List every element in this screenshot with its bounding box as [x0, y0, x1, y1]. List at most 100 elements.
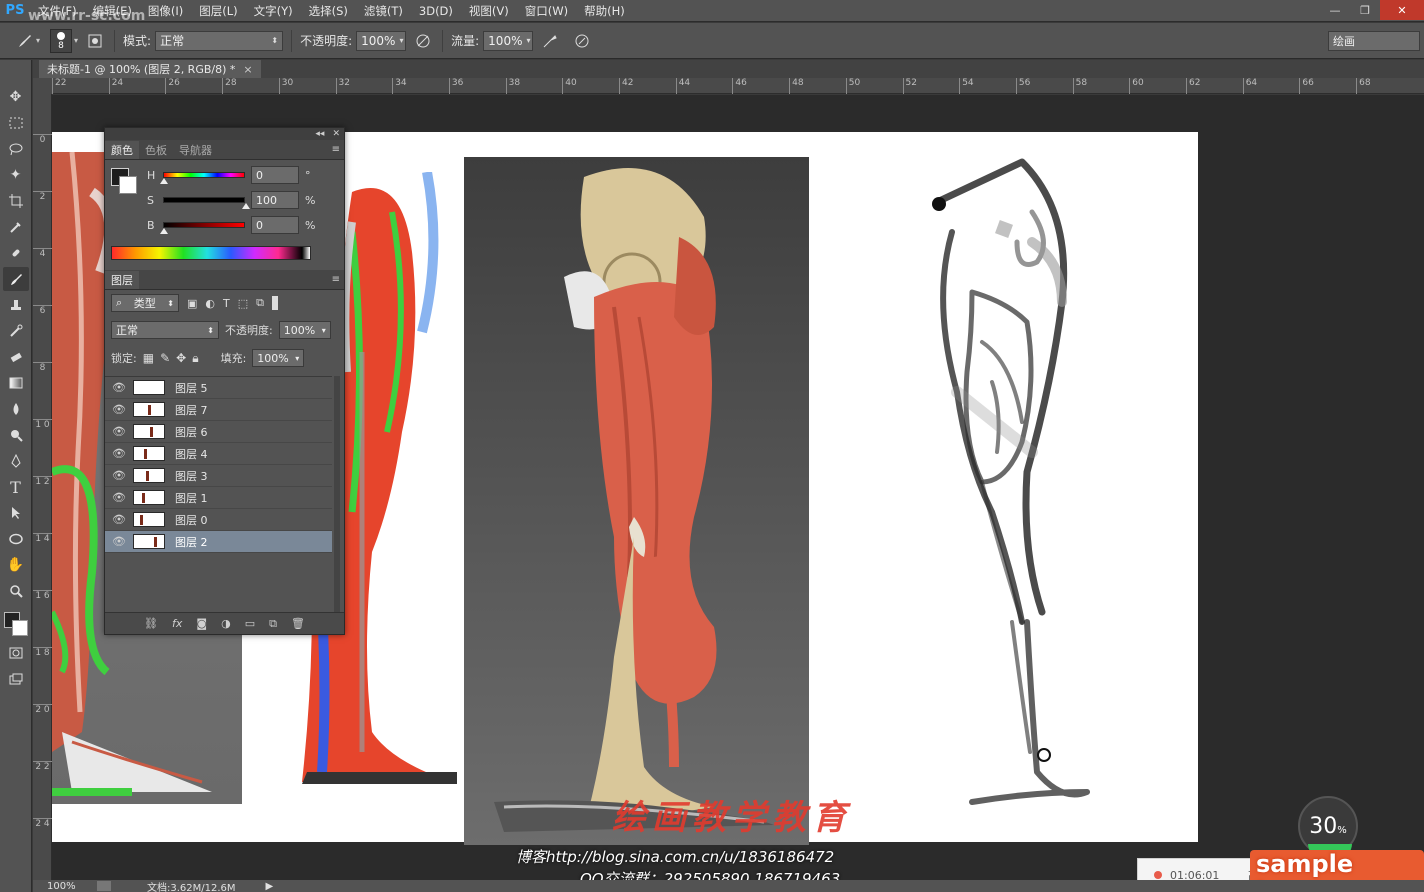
tab-layers[interactable]: 图层	[105, 271, 139, 289]
background-color[interactable]	[11, 620, 28, 636]
pixel-filter-icon[interactable]: ▣	[187, 297, 197, 310]
filter-toggle-icon[interactable]	[272, 296, 279, 310]
crop-tool-icon[interactable]	[3, 189, 29, 213]
move-tool-icon[interactable]: ✥	[3, 85, 29, 109]
tool-preset-arrow-icon[interactable]: ▾	[36, 36, 40, 45]
menu-item[interactable]: 选择(S)	[301, 0, 356, 22]
visibility-eye-icon[interactable]: 👁︎	[105, 491, 133, 504]
fx-icon[interactable]: fx	[172, 617, 182, 630]
brightness-slider[interactable]	[160, 222, 245, 234]
trash-icon[interactable]: 🗑︎	[291, 617, 305, 630]
workspace-select[interactable]: 绘画	[1328, 31, 1420, 51]
panel-menu-icon[interactable]: ≡	[332, 144, 340, 155]
layer-row[interactable]: 👁︎ 图层 1	[105, 487, 332, 509]
ellipse-tool-icon[interactable]	[3, 527, 29, 551]
path-selection-icon[interactable]	[3, 501, 29, 525]
collapse-panel-icon[interactable]: ◂◂	[315, 129, 324, 139]
layer-row[interactable]: 👁︎ 图层 2	[105, 531, 332, 553]
link-icon[interactable]: ⛓	[144, 617, 158, 630]
mode-select[interactable]: 正常 ⬍	[155, 30, 284, 51]
brush-picker-arrow-icon[interactable]: ▾	[74, 36, 78, 45]
layer-opacity-input[interactable]: 100% ▾	[278, 321, 331, 339]
visibility-eye-icon[interactable]: 👁︎	[105, 425, 133, 438]
slider-thumb[interactable]	[160, 178, 168, 184]
layers-scrollbar[interactable]	[334, 376, 340, 612]
type-filter-icon[interactable]: T	[223, 297, 230, 310]
pen-tool-icon[interactable]	[3, 449, 29, 473]
tab-color[interactable]: 颜色	[105, 141, 139, 159]
zoom-tool-icon[interactable]	[3, 579, 29, 603]
brightness-input[interactable]: 0	[251, 216, 299, 234]
pressure-opacity-icon[interactable]	[412, 30, 434, 52]
new-layer-icon[interactable]: ⧉	[269, 617, 277, 631]
magic-wand-icon[interactable]: ✦	[3, 163, 29, 187]
brush-size-picker[interactable]: 8	[50, 28, 73, 53]
adjustment-icon[interactable]: ◑	[221, 617, 231, 630]
visibility-eye-icon[interactable]: 👁︎	[105, 447, 133, 460]
eraser-icon[interactable]	[3, 345, 29, 369]
panel-menu-icon[interactable]: ≡	[332, 274, 340, 285]
gradient-tool-icon[interactable]	[3, 371, 29, 395]
fill-input[interactable]: 100% ▾	[252, 349, 305, 367]
hue-input[interactable]: 0	[251, 166, 299, 184]
tab-swatches[interactable]: 色板	[139, 141, 173, 159]
menu-item[interactable]: 图层(L)	[191, 0, 245, 22]
layer-row[interactable]: 👁︎ 图层 3	[105, 465, 332, 487]
restore-button[interactable]: ❐	[1350, 0, 1380, 20]
airbrush-icon[interactable]	[539, 30, 561, 52]
status-icon[interactable]	[97, 881, 111, 891]
folder-icon[interactable]: ▭	[245, 617, 255, 630]
tab-navigator[interactable]: 导航器	[173, 141, 218, 159]
lock-all-icon[interactable]: 🔒︎	[192, 351, 198, 366]
hand-tool-icon[interactable]: ✋	[3, 553, 29, 577]
layer-row[interactable]: 👁︎ 图层 0	[105, 509, 332, 531]
color-panel-background[interactable]	[119, 176, 137, 194]
slider-thumb[interactable]	[160, 228, 168, 234]
menu-item[interactable]: 视图(V)	[461, 0, 517, 22]
quick-mask-icon[interactable]	[3, 641, 29, 665]
pressure-size-icon[interactable]	[571, 30, 593, 52]
color-spectrum[interactable]	[111, 246, 311, 260]
status-menu-arrow-icon[interactable]: ▶	[266, 881, 274, 892]
panel-titlebar[interactable]: ◂◂ ✕	[105, 128, 344, 140]
ruler-origin[interactable]	[33, 78, 52, 94]
layer-row[interactable]: 👁︎ 图层 7	[105, 399, 332, 421]
adjustment-filter-icon[interactable]: ◐	[205, 297, 215, 310]
smart-object-filter-icon[interactable]: ⧉	[256, 296, 264, 310]
close-panel-icon[interactable]: ✕	[332, 129, 340, 139]
mask-icon[interactable]: ◙	[196, 617, 207, 630]
visibility-eye-icon[interactable]: 👁︎	[105, 469, 133, 482]
minimize-button[interactable]: —	[1320, 0, 1350, 20]
vertical-ruler[interactable]: 0 2 4 6 8 1 0 1 2 1 4 1 6 1 8 2 0 2 2 2 4	[33, 94, 52, 880]
color-swatches[interactable]	[2, 610, 30, 640]
lock-image-icon[interactable]: ✎	[160, 351, 170, 365]
layer-row[interactable]: 👁︎ 图层 5	[105, 377, 332, 399]
brush-tool-icon[interactable]	[2, 267, 29, 291]
layer-row[interactable]: 👁︎ 图层 4	[105, 443, 332, 465]
saturation-slider[interactable]	[163, 197, 250, 209]
opacity-input[interactable]: 100% ▾	[356, 30, 407, 51]
healing-brush-icon[interactable]	[3, 241, 29, 265]
menu-item[interactable]: 帮助(H)	[576, 0, 633, 22]
flow-input[interactable]: 100% ▾	[483, 30, 534, 51]
shape-filter-icon[interactable]: ⬚	[238, 297, 248, 310]
clone-stamp-icon[interactable]	[3, 293, 29, 317]
lock-position-icon[interactable]: ✥	[176, 351, 186, 365]
horizontal-ruler[interactable]: 22 24 26 28 30 32 34 36 38 40 42 44 46 48 50 52 54 56 58 60…	[52, 78, 1424, 94]
menu-item[interactable]: 图像(I)	[140, 0, 191, 22]
brush-panel-toggle-icon[interactable]	[84, 30, 106, 52]
menu-item[interactable]: 文字(Y)	[246, 0, 301, 22]
eyedropper-icon[interactable]	[3, 215, 29, 239]
lasso-tool-icon[interactable]	[3, 137, 29, 161]
type-tool-icon[interactable]: T	[3, 475, 29, 499]
brush-tool-icon[interactable]	[14, 30, 36, 52]
close-tab-icon[interactable]: ×	[243, 63, 252, 76]
dodge-tool-icon[interactable]	[3, 423, 29, 447]
history-brush-icon[interactable]	[3, 319, 29, 343]
slider-thumb[interactable]	[242, 203, 250, 209]
zoom-level[interactable]: 100%	[47, 881, 97, 892]
visibility-eye-icon[interactable]: 👁︎	[105, 535, 133, 548]
saturation-input[interactable]: 100	[251, 191, 299, 209]
close-button[interactable]: ✕	[1380, 0, 1424, 20]
visibility-eye-icon[interactable]: 👁︎	[105, 403, 133, 416]
